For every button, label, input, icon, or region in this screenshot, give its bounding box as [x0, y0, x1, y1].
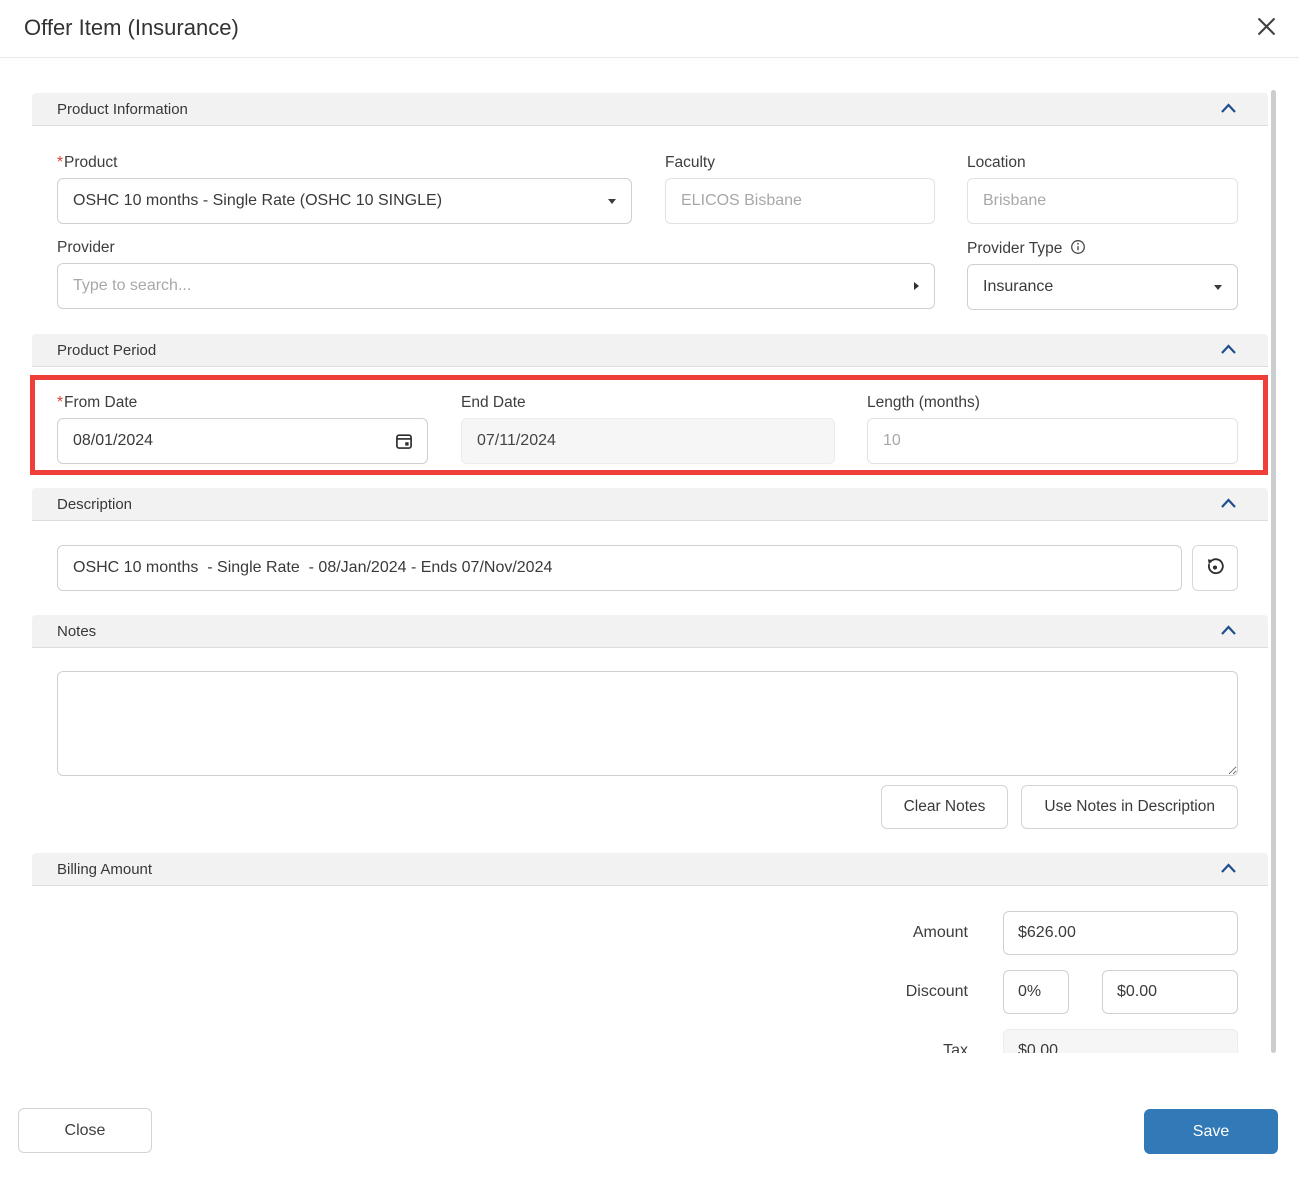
section-product-information: Product Information *Product OSHC 10 mon… — [32, 93, 1268, 310]
section-title: Product Information — [57, 100, 188, 118]
chevron-up-icon — [1219, 861, 1238, 878]
chevron-down-icon — [1214, 284, 1222, 290]
section-description: Description — [32, 488, 1268, 591]
scrollbar[interactable] — [1271, 90, 1276, 1053]
from-date-label: From Date — [64, 394, 138, 411]
product-information-header: Product Information — [32, 93, 1268, 126]
section-title: Product Period — [57, 341, 157, 359]
chevron-up-icon — [1219, 101, 1238, 118]
discount-label: Discount — [905, 983, 968, 1000]
modal-footer: Close Save — [0, 1108, 1299, 1154]
section-title: Notes — [57, 622, 97, 640]
section-product-period: Product Period *From Date 08/01/2024 End… — [32, 334, 1268, 464]
collapse-notes-button[interactable] — [1219, 623, 1238, 640]
close-button[interactable]: Close — [18, 1108, 152, 1153]
chevron-up-icon — [1219, 496, 1238, 513]
save-button[interactable]: Save — [1144, 1109, 1278, 1154]
provider-placeholder: Type to search... — [73, 277, 192, 294]
end-date-field — [461, 418, 835, 464]
reset-description-button[interactable] — [1192, 545, 1238, 591]
provider-type-selected-value: Insurance — [983, 278, 1054, 295]
collapse-product-information-button[interactable] — [1219, 101, 1238, 118]
modal-title: Offer Item (Insurance) — [24, 15, 239, 40]
calendar-icon[interactable] — [393, 430, 415, 452]
modal-body: Product Information *Product OSHC 10 mon… — [0, 58, 1299, 1053]
section-notes: Notes Clear Notes Use Notes in Descripti… — [32, 615, 1268, 829]
amount-field[interactable] — [1003, 911, 1238, 955]
length-months-field[interactable] — [867, 418, 1238, 464]
discount-amount-field[interactable] — [1102, 970, 1238, 1014]
tax-label: Tax — [943, 1042, 968, 1053]
required-marker: * — [57, 154, 64, 171]
notes-textarea[interactable] — [57, 671, 1238, 776]
collapse-billing-amount-button[interactable] — [1219, 861, 1238, 878]
product-period-header: Product Period — [32, 334, 1268, 367]
discount-percent-field[interactable] — [1003, 970, 1069, 1014]
chevron-up-icon — [1219, 623, 1238, 640]
section-billing-amount: Billing Amount Amount Discount Tax — [32, 853, 1268, 1053]
restore-icon — [1204, 556, 1226, 581]
provider-type-select[interactable]: Insurance — [967, 264, 1238, 310]
arrow-right-icon — [914, 282, 919, 290]
chevron-down-icon — [608, 198, 616, 204]
from-date-field[interactable] — [57, 418, 428, 464]
info-icon — [1070, 239, 1086, 255]
provider-search-input[interactable]: Type to search... — [57, 263, 935, 309]
section-title: Billing Amount — [57, 860, 153, 878]
description-header: Description — [32, 488, 1268, 521]
collapse-product-period-button[interactable] — [1219, 342, 1238, 359]
clear-notes-button[interactable]: Clear Notes — [880, 785, 1009, 829]
location-label: Location — [967, 154, 1026, 171]
product-selected-value: OSHC 10 months - Single Rate (OSHC 10 SI… — [73, 192, 443, 209]
billing-amount-header: Billing Amount — [32, 853, 1268, 886]
amount-label: Amount — [912, 924, 968, 941]
end-date-label: End Date — [461, 394, 526, 411]
offer-item-modal: Offer Item (Insurance) Product Informati… — [0, 0, 1299, 1182]
location-field — [967, 178, 1238, 224]
close-icon — [1256, 16, 1277, 40]
modal-header: Offer Item (Insurance) — [0, 0, 1299, 58]
provider-type-label: Provider Type — [967, 240, 1063, 257]
description-field[interactable] — [57, 545, 1182, 591]
product-label: Product — [64, 154, 118, 171]
collapse-description-button[interactable] — [1219, 496, 1238, 513]
product-select[interactable]: OSHC 10 months - Single Rate (OSHC 10 SI… — [57, 178, 632, 224]
faculty-field — [665, 178, 935, 224]
section-title: Description — [57, 495, 133, 513]
required-marker: * — [57, 394, 64, 411]
faculty-label: Faculty — [665, 154, 715, 171]
use-notes-in-description-button[interactable]: Use Notes in Description — [1021, 785, 1238, 829]
length-months-label: Length (months) — [867, 394, 980, 411]
notes-header: Notes — [32, 615, 1268, 648]
chevron-up-icon — [1219, 342, 1238, 359]
tax-field — [1003, 1029, 1238, 1053]
provider-label: Provider — [57, 239, 115, 256]
modal-close-button[interactable] — [1254, 16, 1278, 40]
